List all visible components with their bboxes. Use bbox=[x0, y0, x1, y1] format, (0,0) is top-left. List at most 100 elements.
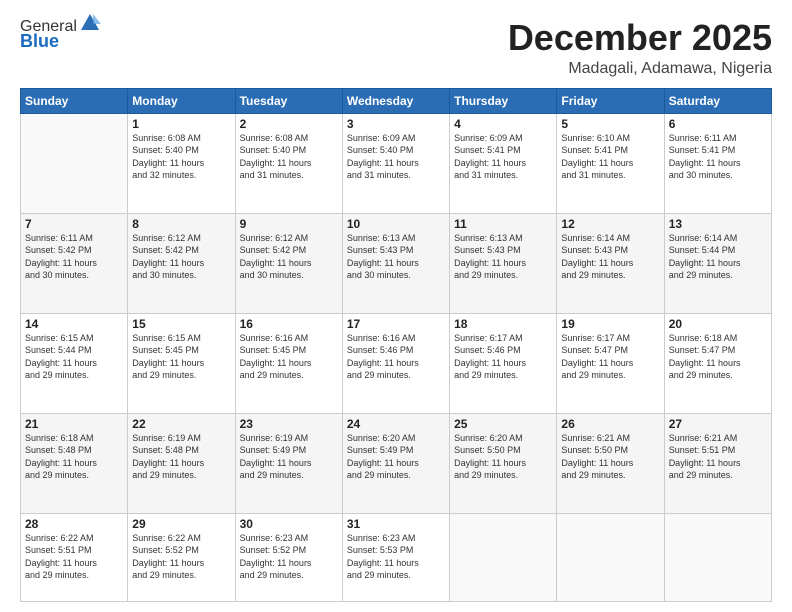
calendar-cell: 21Sunrise: 6:18 AM Sunset: 5:48 PM Dayli… bbox=[21, 413, 128, 513]
calendar-cell: 25Sunrise: 6:20 AM Sunset: 5:50 PM Dayli… bbox=[450, 413, 557, 513]
day-info: Sunrise: 6:18 AM Sunset: 5:47 PM Dayligh… bbox=[669, 332, 767, 382]
page: General Blue December 2025 Madagali, Ada… bbox=[0, 0, 792, 612]
day-info: Sunrise: 6:11 AM Sunset: 5:42 PM Dayligh… bbox=[25, 232, 123, 282]
calendar-cell: 14Sunrise: 6:15 AM Sunset: 5:44 PM Dayli… bbox=[21, 313, 128, 413]
day-info: Sunrise: 6:14 AM Sunset: 5:43 PM Dayligh… bbox=[561, 232, 659, 282]
calendar-cell: 1Sunrise: 6:08 AM Sunset: 5:40 PM Daylig… bbox=[128, 113, 235, 213]
day-number: 12 bbox=[561, 217, 659, 231]
calendar-table: SundayMondayTuesdayWednesdayThursdayFrid… bbox=[20, 88, 772, 602]
calendar-weekday-friday: Friday bbox=[557, 88, 664, 113]
day-number: 3 bbox=[347, 117, 445, 131]
day-number: 17 bbox=[347, 317, 445, 331]
day-info: Sunrise: 6:11 AM Sunset: 5:41 PM Dayligh… bbox=[669, 132, 767, 182]
calendar-cell: 18Sunrise: 6:17 AM Sunset: 5:46 PM Dayli… bbox=[450, 313, 557, 413]
day-info: Sunrise: 6:09 AM Sunset: 5:41 PM Dayligh… bbox=[454, 132, 552, 182]
title-block: December 2025 Madagali, Adamawa, Nigeria bbox=[508, 18, 772, 78]
day-info: Sunrise: 6:19 AM Sunset: 5:49 PM Dayligh… bbox=[240, 432, 338, 482]
day-number: 7 bbox=[25, 217, 123, 231]
calendar-cell: 10Sunrise: 6:13 AM Sunset: 5:43 PM Dayli… bbox=[342, 213, 449, 313]
day-number: 26 bbox=[561, 417, 659, 431]
day-number: 13 bbox=[669, 217, 767, 231]
day-number: 28 bbox=[25, 517, 123, 531]
calendar-cell: 4Sunrise: 6:09 AM Sunset: 5:41 PM Daylig… bbox=[450, 113, 557, 213]
day-number: 19 bbox=[561, 317, 659, 331]
day-info: Sunrise: 6:08 AM Sunset: 5:40 PM Dayligh… bbox=[132, 132, 230, 182]
day-number: 27 bbox=[669, 417, 767, 431]
calendar-cell: 22Sunrise: 6:19 AM Sunset: 5:48 PM Dayli… bbox=[128, 413, 235, 513]
day-info: Sunrise: 6:13 AM Sunset: 5:43 PM Dayligh… bbox=[454, 232, 552, 282]
calendar-cell: 29Sunrise: 6:22 AM Sunset: 5:52 PM Dayli… bbox=[128, 513, 235, 601]
day-number: 25 bbox=[454, 417, 552, 431]
location: Madagali, Adamawa, Nigeria bbox=[508, 60, 772, 78]
calendar-week-row: 7Sunrise: 6:11 AM Sunset: 5:42 PM Daylig… bbox=[21, 213, 772, 313]
day-info: Sunrise: 6:21 AM Sunset: 5:50 PM Dayligh… bbox=[561, 432, 659, 482]
day-number: 18 bbox=[454, 317, 552, 331]
day-info: Sunrise: 6:22 AM Sunset: 5:51 PM Dayligh… bbox=[25, 532, 123, 582]
day-number: 5 bbox=[561, 117, 659, 131]
day-number: 4 bbox=[454, 117, 552, 131]
day-info: Sunrise: 6:15 AM Sunset: 5:44 PM Dayligh… bbox=[25, 332, 123, 382]
day-number: 30 bbox=[240, 517, 338, 531]
calendar-weekday-saturday: Saturday bbox=[664, 88, 771, 113]
calendar-cell: 5Sunrise: 6:10 AM Sunset: 5:41 PM Daylig… bbox=[557, 113, 664, 213]
day-number: 1 bbox=[132, 117, 230, 131]
day-number: 11 bbox=[454, 217, 552, 231]
logo-icon bbox=[79, 12, 101, 34]
calendar-cell: 15Sunrise: 6:15 AM Sunset: 5:45 PM Dayli… bbox=[128, 313, 235, 413]
calendar-cell: 13Sunrise: 6:14 AM Sunset: 5:44 PM Dayli… bbox=[664, 213, 771, 313]
day-number: 9 bbox=[240, 217, 338, 231]
day-info: Sunrise: 6:23 AM Sunset: 5:52 PM Dayligh… bbox=[240, 532, 338, 582]
day-number: 2 bbox=[240, 117, 338, 131]
calendar-cell: 2Sunrise: 6:08 AM Sunset: 5:40 PM Daylig… bbox=[235, 113, 342, 213]
calendar-header-row: SundayMondayTuesdayWednesdayThursdayFrid… bbox=[21, 88, 772, 113]
calendar-cell: 3Sunrise: 6:09 AM Sunset: 5:40 PM Daylig… bbox=[342, 113, 449, 213]
day-info: Sunrise: 6:10 AM Sunset: 5:41 PM Dayligh… bbox=[561, 132, 659, 182]
logo-blue-text: Blue bbox=[20, 32, 101, 52]
day-number: 21 bbox=[25, 417, 123, 431]
calendar-cell: 31Sunrise: 6:23 AM Sunset: 5:53 PM Dayli… bbox=[342, 513, 449, 601]
day-info: Sunrise: 6:19 AM Sunset: 5:48 PM Dayligh… bbox=[132, 432, 230, 482]
calendar-cell bbox=[557, 513, 664, 601]
day-number: 14 bbox=[25, 317, 123, 331]
day-info: Sunrise: 6:21 AM Sunset: 5:51 PM Dayligh… bbox=[669, 432, 767, 482]
day-number: 23 bbox=[240, 417, 338, 431]
day-number: 15 bbox=[132, 317, 230, 331]
calendar-weekday-wednesday: Wednesday bbox=[342, 88, 449, 113]
calendar-cell: 12Sunrise: 6:14 AM Sunset: 5:43 PM Dayli… bbox=[557, 213, 664, 313]
calendar-weekday-sunday: Sunday bbox=[21, 88, 128, 113]
day-info: Sunrise: 6:15 AM Sunset: 5:45 PM Dayligh… bbox=[132, 332, 230, 382]
calendar-cell: 30Sunrise: 6:23 AM Sunset: 5:52 PM Dayli… bbox=[235, 513, 342, 601]
day-info: Sunrise: 6:22 AM Sunset: 5:52 PM Dayligh… bbox=[132, 532, 230, 582]
day-info: Sunrise: 6:18 AM Sunset: 5:48 PM Dayligh… bbox=[25, 432, 123, 482]
calendar-week-row: 1Sunrise: 6:08 AM Sunset: 5:40 PM Daylig… bbox=[21, 113, 772, 213]
day-number: 22 bbox=[132, 417, 230, 431]
day-info: Sunrise: 6:20 AM Sunset: 5:50 PM Dayligh… bbox=[454, 432, 552, 482]
day-number: 10 bbox=[347, 217, 445, 231]
logo: General Blue bbox=[20, 18, 101, 51]
calendar-cell: 7Sunrise: 6:11 AM Sunset: 5:42 PM Daylig… bbox=[21, 213, 128, 313]
day-info: Sunrise: 6:17 AM Sunset: 5:46 PM Dayligh… bbox=[454, 332, 552, 382]
day-info: Sunrise: 6:16 AM Sunset: 5:46 PM Dayligh… bbox=[347, 332, 445, 382]
month-title: December 2025 bbox=[508, 18, 772, 58]
day-info: Sunrise: 6:17 AM Sunset: 5:47 PM Dayligh… bbox=[561, 332, 659, 382]
day-number: 6 bbox=[669, 117, 767, 131]
day-number: 20 bbox=[669, 317, 767, 331]
calendar-weekday-tuesday: Tuesday bbox=[235, 88, 342, 113]
calendar-cell: 19Sunrise: 6:17 AM Sunset: 5:47 PM Dayli… bbox=[557, 313, 664, 413]
calendar-cell: 27Sunrise: 6:21 AM Sunset: 5:51 PM Dayli… bbox=[664, 413, 771, 513]
day-info: Sunrise: 6:12 AM Sunset: 5:42 PM Dayligh… bbox=[240, 232, 338, 282]
calendar-cell: 26Sunrise: 6:21 AM Sunset: 5:50 PM Dayli… bbox=[557, 413, 664, 513]
calendar-cell: 11Sunrise: 6:13 AM Sunset: 5:43 PM Dayli… bbox=[450, 213, 557, 313]
calendar-cell bbox=[664, 513, 771, 601]
day-info: Sunrise: 6:08 AM Sunset: 5:40 PM Dayligh… bbox=[240, 132, 338, 182]
day-info: Sunrise: 6:13 AM Sunset: 5:43 PM Dayligh… bbox=[347, 232, 445, 282]
day-number: 31 bbox=[347, 517, 445, 531]
calendar-cell bbox=[450, 513, 557, 601]
calendar-cell: 16Sunrise: 6:16 AM Sunset: 5:45 PM Dayli… bbox=[235, 313, 342, 413]
calendar-cell: 9Sunrise: 6:12 AM Sunset: 5:42 PM Daylig… bbox=[235, 213, 342, 313]
day-info: Sunrise: 6:09 AM Sunset: 5:40 PM Dayligh… bbox=[347, 132, 445, 182]
day-number: 16 bbox=[240, 317, 338, 331]
calendar-cell: 8Sunrise: 6:12 AM Sunset: 5:42 PM Daylig… bbox=[128, 213, 235, 313]
calendar-week-row: 14Sunrise: 6:15 AM Sunset: 5:44 PM Dayli… bbox=[21, 313, 772, 413]
day-info: Sunrise: 6:12 AM Sunset: 5:42 PM Dayligh… bbox=[132, 232, 230, 282]
